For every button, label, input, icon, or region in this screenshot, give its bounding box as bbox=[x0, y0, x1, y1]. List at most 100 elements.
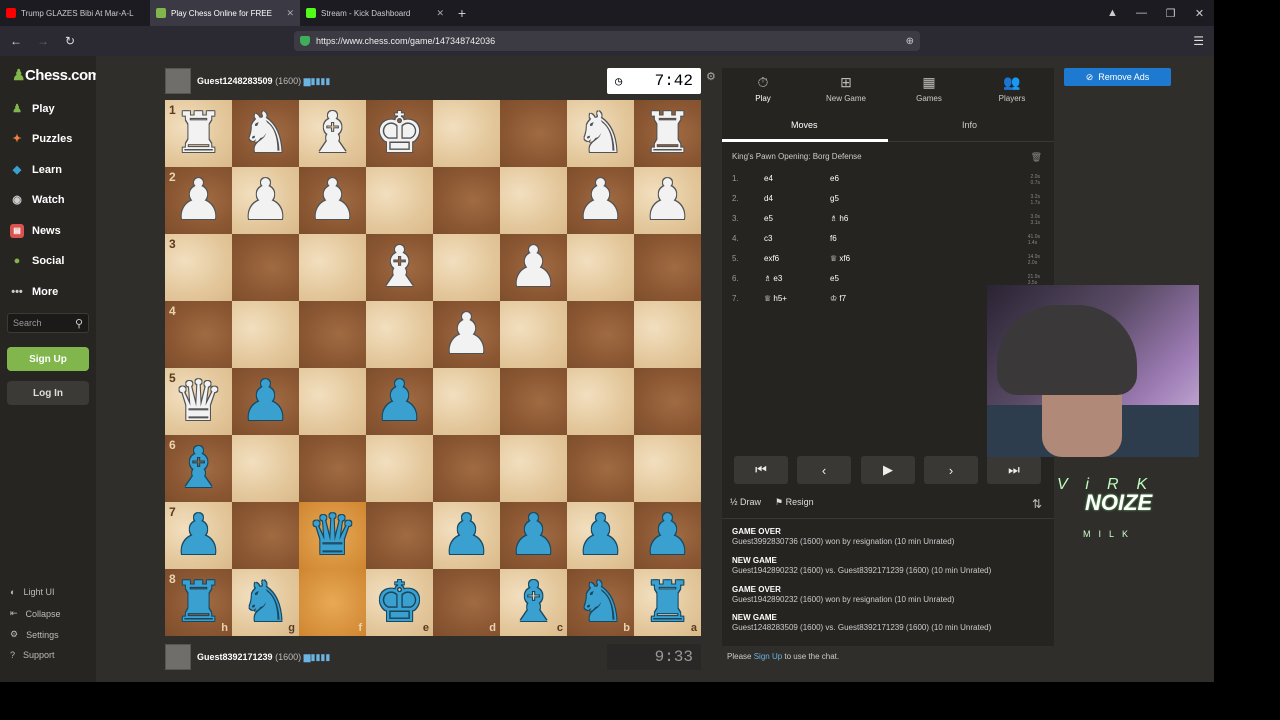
sidebar-item-news[interactable]: ▤ News bbox=[10, 221, 61, 241]
board-square[interactable] bbox=[634, 301, 701, 368]
board-square[interactable]: 3 bbox=[165, 234, 232, 301]
tab-new-game[interactable]: ⊞ New Game bbox=[816, 74, 876, 103]
tab-info[interactable]: Info bbox=[962, 120, 977, 130]
chat-signup-link[interactable]: Sign Up bbox=[754, 652, 782, 661]
board-square[interactable] bbox=[232, 502, 299, 569]
board-square[interactable]: ♟ bbox=[366, 368, 433, 435]
menu-icon[interactable]: ☰ bbox=[1193, 34, 1204, 48]
tab-moves[interactable]: Moves bbox=[791, 120, 818, 130]
white-move[interactable]: ♕ h5+ bbox=[764, 294, 787, 303]
board-square[interactable] bbox=[299, 435, 366, 502]
sidebar-item-puzzles[interactable]: ✦ Puzzles bbox=[10, 129, 72, 149]
board-square[interactable]: 5 ♛ bbox=[165, 368, 232, 435]
board-square[interactable]: ♟ bbox=[500, 234, 567, 301]
player-name[interactable]: Guest1248283509 bbox=[197, 76, 273, 86]
blue-king-icon[interactable]: ♚ bbox=[366, 569, 433, 636]
browser-tab-chess[interactable]: Play Chess Online for FREE ✕ bbox=[150, 0, 300, 26]
blue-rook-icon[interactable]: ♜ bbox=[634, 569, 701, 636]
board-square[interactable] bbox=[433, 100, 500, 167]
sidebar-light-ui[interactable]: ◐ Light UI bbox=[10, 587, 54, 597]
board-square[interactable]: a ♜ bbox=[634, 569, 701, 636]
gear-icon[interactable]: ⚙ bbox=[706, 70, 716, 83]
board-square[interactable] bbox=[366, 502, 433, 569]
board-square[interactable]: c ♝ bbox=[500, 569, 567, 636]
forward-button[interactable]: → bbox=[32, 34, 54, 48]
white-move[interactable]: exf6 bbox=[764, 254, 779, 263]
draw-button[interactable]: ½ Draw bbox=[730, 497, 761, 508]
board-square[interactable]: ♝ bbox=[366, 234, 433, 301]
blue-pawn-icon[interactable]: ♟ bbox=[366, 368, 433, 435]
board-square[interactable]: f bbox=[299, 569, 366, 636]
board-square[interactable]: ♞ bbox=[232, 100, 299, 167]
white-move[interactable]: e5 bbox=[764, 214, 773, 223]
board-square[interactable]: ♟ bbox=[634, 502, 701, 569]
board-square[interactable]: b ♞ bbox=[567, 569, 634, 636]
black-move[interactable]: f6 bbox=[830, 234, 837, 243]
white-rook-icon[interactable]: ♜ bbox=[634, 100, 701, 167]
white-king-icon[interactable]: ♚ bbox=[366, 100, 433, 167]
board-square[interactable]: ♞ bbox=[567, 100, 634, 167]
white-knight-icon[interactable]: ♞ bbox=[232, 100, 299, 167]
sidebar-support[interactable]: ? Support bbox=[10, 650, 55, 660]
board-square[interactable]: ♟ bbox=[232, 368, 299, 435]
board-square[interactable] bbox=[366, 167, 433, 234]
white-bishop-icon[interactable]: ♝ bbox=[366, 234, 433, 301]
board-square[interactable] bbox=[299, 301, 366, 368]
black-move[interactable]: e6 bbox=[830, 174, 839, 183]
board-square[interactable]: 8 h ♜ bbox=[165, 569, 232, 636]
board-square[interactable]: ♟ bbox=[500, 502, 567, 569]
board-square[interactable] bbox=[500, 368, 567, 435]
white-move[interactable]: c3 bbox=[764, 234, 772, 243]
sidebar-settings[interactable]: ⚙ Settings bbox=[10, 629, 59, 640]
board-square[interactable]: ♛ bbox=[299, 502, 366, 569]
black-move[interactable]: ♔ f7 bbox=[830, 294, 846, 303]
board-square[interactable]: g ♞ bbox=[232, 569, 299, 636]
sidebar-collapse[interactable]: ⇤ Collapse bbox=[10, 608, 61, 619]
board-square[interactable] bbox=[500, 435, 567, 502]
next-move-button[interactable]: › bbox=[924, 456, 978, 484]
board-square[interactable]: ♟ bbox=[634, 167, 701, 234]
sidebar-item-play[interactable]: ♟ Play bbox=[10, 99, 55, 119]
blue-pawn-icon[interactable]: ♟ bbox=[567, 502, 634, 569]
board-square[interactable] bbox=[567, 301, 634, 368]
board-square[interactable] bbox=[500, 100, 567, 167]
blue-pawn-icon[interactable]: ♟ bbox=[634, 502, 701, 569]
blue-pawn-icon[interactable]: ♟ bbox=[232, 368, 299, 435]
board-square[interactable] bbox=[366, 435, 433, 502]
sidebar-item-more[interactable]: ••• More bbox=[10, 282, 58, 302]
browser-tab-kick[interactable]: Stream - Kick Dashboard ✕ bbox=[300, 0, 450, 26]
board-square[interactable]: ♟ bbox=[433, 301, 500, 368]
resign-button[interactable]: ⚑ Resign bbox=[775, 497, 814, 508]
board-square[interactable]: ♟ bbox=[567, 167, 634, 234]
sidebar-item-learn[interactable]: ◆ Learn bbox=[10, 160, 62, 180]
white-move[interactable]: ♗ e3 bbox=[764, 274, 782, 283]
white-move[interactable]: d4 bbox=[764, 194, 773, 203]
board-square[interactable] bbox=[366, 301, 433, 368]
new-tab-button[interactable]: + bbox=[450, 5, 474, 21]
black-move[interactable]: g5 bbox=[830, 194, 839, 203]
remove-ads-button[interactable]: ⊘ Remove Ads bbox=[1064, 68, 1171, 86]
minimize-button[interactable]: — bbox=[1127, 7, 1156, 20]
white-pawn-icon[interactable]: ♟ bbox=[232, 167, 299, 234]
board-square[interactable] bbox=[433, 167, 500, 234]
board-square[interactable]: 2 ♟ bbox=[165, 167, 232, 234]
search-icon[interactable]: ⚲ bbox=[75, 317, 83, 330]
board-square[interactable] bbox=[232, 301, 299, 368]
blue-bishop-icon[interactable]: ♝ bbox=[500, 569, 567, 636]
blue-queen-icon[interactable]: ♛ bbox=[299, 502, 366, 569]
avatar[interactable] bbox=[165, 644, 191, 670]
board-square[interactable]: 1 ♜ bbox=[165, 100, 232, 167]
white-pawn-icon[interactable]: ♟ bbox=[299, 167, 366, 234]
board-square[interactable] bbox=[433, 435, 500, 502]
board-square[interactable]: ♜ bbox=[634, 100, 701, 167]
board-square[interactable] bbox=[634, 368, 701, 435]
back-button[interactable]: ← bbox=[5, 34, 27, 48]
blue-knight-icon[interactable]: ♞ bbox=[232, 569, 299, 636]
chess-board[interactable]: 1 ♜ ♞ ♝ ♚ ♞ ♜ 2 ♟ ♟ ♟ ♟ ♟ 3 ♝ ♟ 4 ♟ 5 ♛ ♟ ♟ 6 ♝ 7 ♟ ♛ ♟ ♟ ♟ ♟ 8 h ♜ g ♞ f e ♚ d… bbox=[165, 100, 701, 636]
avatar[interactable] bbox=[165, 68, 191, 94]
maximize-button[interactable]: ❐ bbox=[1156, 7, 1185, 20]
blue-pawn-icon[interactable]: ♟ bbox=[433, 502, 500, 569]
close-icon[interactable]: ✕ bbox=[436, 8, 444, 19]
white-pawn-icon[interactable]: ♟ bbox=[165, 167, 232, 234]
board-square[interactable] bbox=[299, 234, 366, 301]
